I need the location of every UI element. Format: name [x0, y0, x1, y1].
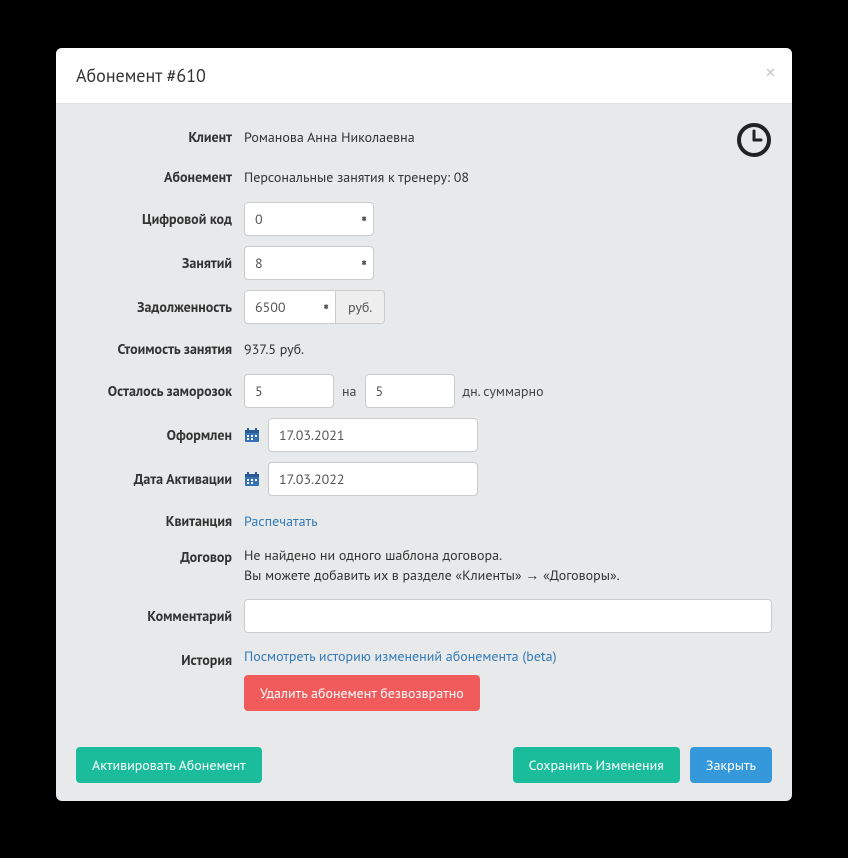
label-issued: Оформлен — [76, 426, 244, 444]
label-comment: Комментарий — [76, 607, 244, 625]
value-session-cost: 937.5 руб. — [244, 340, 304, 358]
receipt-print-link[interactable]: Распечатать — [244, 512, 318, 530]
contract-text: Не найдено ни одного шаблона договора. В… — [244, 546, 620, 585]
value-client: Романова Анна Николаевна — [244, 128, 415, 146]
subscription-modal: Абонемент #610 × Клиент Романова Анна Ни… — [56, 48, 792, 801]
stepper-icon[interactable]: ▲▼ — [322, 307, 330, 308]
activation-date-input[interactable] — [268, 462, 478, 496]
modal-body: Клиент Романова Анна Николаевна Абонемен… — [56, 104, 792, 733]
label-history: История — [76, 647, 244, 669]
history-link[interactable]: Посмотреть историю изменений абонемента … — [244, 647, 557, 665]
clock-icon[interactable] — [736, 122, 772, 162]
contract-line1: Не найдено ни одного шаблона договора. — [244, 546, 620, 566]
label-sessions: Занятий — [76, 254, 244, 272]
value-subscription: Персональные занятия к тренеру: 08 — [244, 168, 469, 186]
label-session-cost: Стоимость занятия — [76, 340, 244, 358]
close-button[interactable]: Закрыть — [690, 747, 772, 783]
contract-line2: Вы можете добавить их в разделе «Клиенты… — [244, 566, 620, 586]
stepper-icon[interactable]: ▲▼ — [360, 263, 368, 264]
label-contract: Договор — [76, 546, 244, 566]
close-icon[interactable]: × — [765, 62, 776, 84]
comment-input[interactable] — [244, 599, 772, 633]
digital-code-input[interactable] — [244, 202, 374, 236]
sessions-input[interactable] — [244, 246, 374, 280]
delete-subscription-button[interactable]: Удалить абонемент безвозвратно — [244, 675, 480, 711]
modal-header: Абонемент #610 × — [56, 48, 792, 104]
freezes-days-input[interactable] — [365, 374, 455, 408]
label-activation: Дата Активации — [76, 470, 244, 488]
stepper-icon[interactable]: ▲▼ — [360, 219, 368, 220]
label-client: Клиент — [76, 128, 244, 146]
label-subscription: Абонемент — [76, 168, 244, 186]
debt-unit: руб. — [336, 290, 385, 324]
freezes-on-text: на — [342, 382, 357, 400]
label-digital-code: Цифровой код — [76, 210, 244, 228]
label-receipt: Квитанция — [76, 512, 244, 530]
save-button[interactable]: Сохранить Изменения — [513, 747, 680, 783]
freezes-count-input[interactable] — [244, 374, 334, 408]
activate-button[interactable]: Активировать Абонемент — [76, 747, 262, 783]
calendar-icon[interactable] — [244, 471, 260, 487]
modal-title: Абонемент #610 — [76, 64, 206, 87]
freezes-unit-text: дн. суммарно — [463, 382, 544, 400]
calendar-icon[interactable] — [244, 427, 260, 443]
modal-footer: Активировать Абонемент Сохранить Изменен… — [56, 733, 792, 801]
issued-date-input[interactable] — [268, 418, 478, 452]
label-freezes: Осталось заморозок — [76, 382, 244, 400]
label-debt: Задолженность — [76, 298, 244, 316]
